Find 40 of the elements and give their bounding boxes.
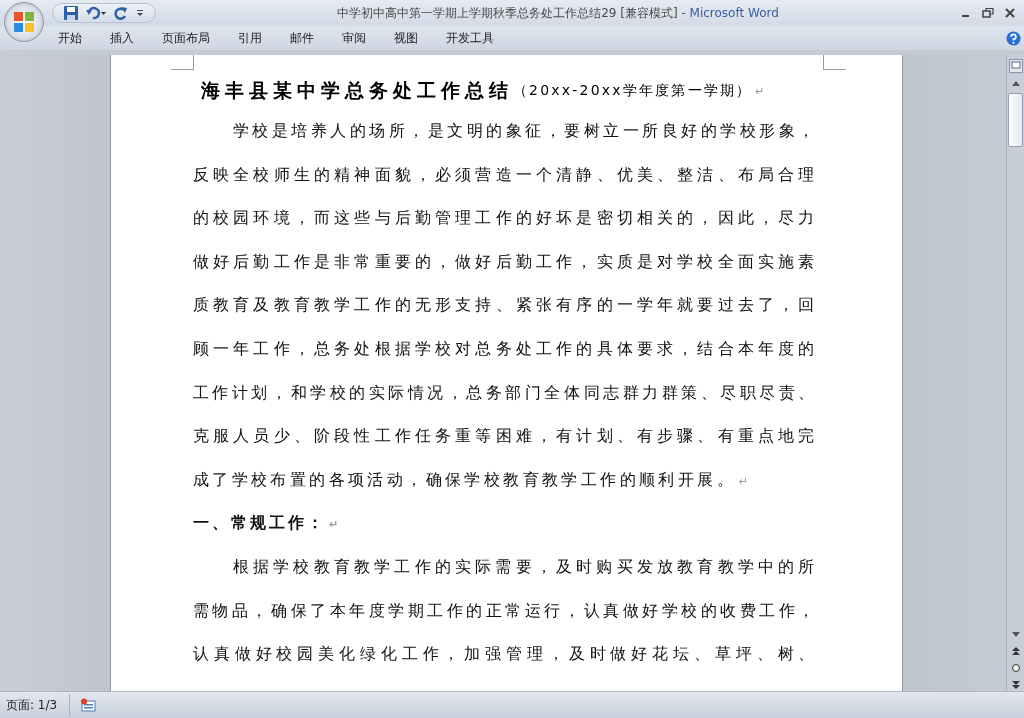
browse-object-icon[interactable] [1010,663,1021,673]
ribbon-tab[interactable]: 视图 [380,27,432,49]
paragraph-line: 工作计划，和学校的实际情况，总务部门全体同志群力群策、尽职尽责、 [192,381,815,404]
vertical-scrollbar[interactable] [1006,55,1024,691]
ribbon-tab[interactable]: 开发工具 [432,27,508,49]
help-icon[interactable] [1006,30,1021,46]
paragraph-line: 反映全校师生的精神面貌，必须营造一个清静、优美、整洁、布局合理 [192,163,815,186]
paragraph-line: 的校园环境，而这些与后勤管理工作的好坏是密切相关的，因此，尽力 [192,207,815,230]
page-count[interactable]: 页面: 1/3 [0,694,71,716]
scroll-up-icon[interactable] [1010,79,1021,87]
ribbon-tab[interactable]: 邮件 [276,27,328,49]
document-title: 海丰县某中学总务处工作总结（20xx-20xx学年度第一学期） ↵ [199,78,766,103]
ribbon-tab[interactable]: 插入 [96,27,148,49]
previous-page-icon[interactable] [1010,645,1021,657]
next-page-icon[interactable] [1010,679,1021,691]
paragraph-line: 克服人员少、阶段性工作任务重等困难，有计划、有步骤、有重点地完 [192,425,815,448]
window-title: 中学初中高中第一学期上学期秋季总务处工作总结29 [兼容模式] - Microsoft Word [336,4,780,22]
restore-icon[interactable] [982,7,994,19]
paragraph-line: 做好后勤工作是非常重要的，做好后勤工作，实质是对学校全面实施素 [192,250,815,273]
macro-record-icon[interactable] [80,698,97,712]
paragraph-line: 成了学校布置的各项活动，确保学校教育教学工作的顺利开展。 ↵ [192,468,753,491]
undo-icon[interactable] [85,5,107,21]
ribbon-tab[interactable]: 审阅 [328,27,380,49]
scroll-thumb[interactable] [1008,93,1023,147]
ribbon-tab[interactable]: 引用 [224,27,276,49]
paragraph-line: 根据学校教育教学工作的实际需要，及时购买发放教育教学中的所 [231,555,815,578]
close-icon[interactable] [1004,7,1016,19]
view-ruler-icon[interactable] [1008,59,1023,73]
paragraph-line: 质教育及教育教学工作的无形支持、紧张有序的一学年就要过去了，回 [192,294,815,317]
paragraph-line: 需物品，确保了本年度学期工作的正常运行，认真做好学校的收费工作， [192,599,815,622]
redo-icon[interactable] [113,5,129,21]
section-heading: 一、常规工作： ↵ [192,512,343,535]
ribbon-tab[interactable]: 开始 [44,27,96,49]
save-icon[interactable] [63,5,79,21]
office-button[interactable] [4,2,44,42]
paragraph-line: 学校是培养人的场所，是文明的象征，要树立一所良好的学校形象， [231,120,815,142]
paragraph-line: 认真做好校园美化绿化工作，加强管理，及时做好花坛、草坪、树、 [192,643,815,666]
ribbon-tab[interactable]: 页面布局 [148,27,224,49]
paragraph-line: 顾一年工作，总务处根据学校对总务处工作的具体要求，结合本年度的 [192,337,815,360]
scroll-down-icon[interactable] [1010,631,1021,639]
